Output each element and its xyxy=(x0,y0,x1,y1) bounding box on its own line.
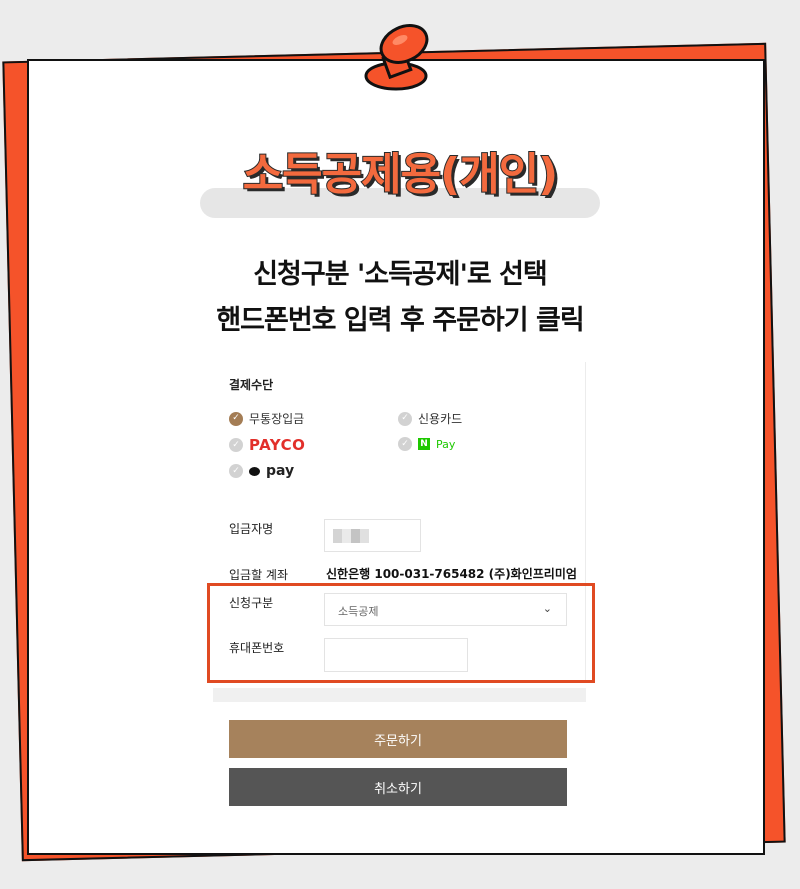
blurred-name xyxy=(333,529,369,543)
payment-section-label: 결제수단 xyxy=(229,378,274,392)
checked-icon: ✓ xyxy=(229,411,243,426)
unchecked-icon: ✓ xyxy=(229,438,243,452)
kakao-pay-label: pay xyxy=(266,463,295,479)
instruction-line-2: 핸드폰번호 입력 후 주문하기 클릭 xyxy=(216,305,584,336)
naver-n-icon: N xyxy=(418,438,430,450)
depositor-name-input[interactable] xyxy=(324,519,421,552)
unchecked-icon: ✓ xyxy=(398,411,412,426)
payment-option-bank-transfer[interactable]: ✓ 무통장입금 xyxy=(229,410,304,427)
section-separator xyxy=(213,688,586,702)
page-title: 소득공제용(개인) xyxy=(242,148,560,201)
order-button[interactable]: 주문하기 xyxy=(229,720,567,758)
payment-option-payco[interactable]: ✓ PAYCO xyxy=(229,436,305,454)
payment-option-credit-card[interactable]: ✓ 신용카드 xyxy=(398,410,462,427)
instruction-line-1: 신청구분 '소득공제'로 선택 xyxy=(253,259,548,290)
unchecked-icon: ✓ xyxy=(398,437,412,451)
speech-bubble-icon xyxy=(249,466,260,476)
payment-option-naver-pay[interactable]: ✓ N Pay xyxy=(398,437,455,451)
unchecked-icon: ✓ xyxy=(229,464,243,478)
payment-option-label: 무통장입금 xyxy=(249,412,305,426)
payment-option-label: 신용카드 xyxy=(418,412,463,426)
push-pin-icon xyxy=(364,24,429,91)
account-label: 입금할 계좌 xyxy=(229,568,289,582)
highlight-box xyxy=(207,583,595,683)
account-value: 신한은행 100-031-765482 (주)화인프리미엄 xyxy=(326,567,577,581)
naver-pay-label: Pay xyxy=(436,437,456,451)
payco-logo: PAYCO xyxy=(249,436,306,454)
payment-option-kakao-pay[interactable]: ✓ pay xyxy=(229,463,294,479)
depositor-label: 입금자명 xyxy=(229,522,274,536)
cancel-button[interactable]: 취소하기 xyxy=(229,768,567,806)
